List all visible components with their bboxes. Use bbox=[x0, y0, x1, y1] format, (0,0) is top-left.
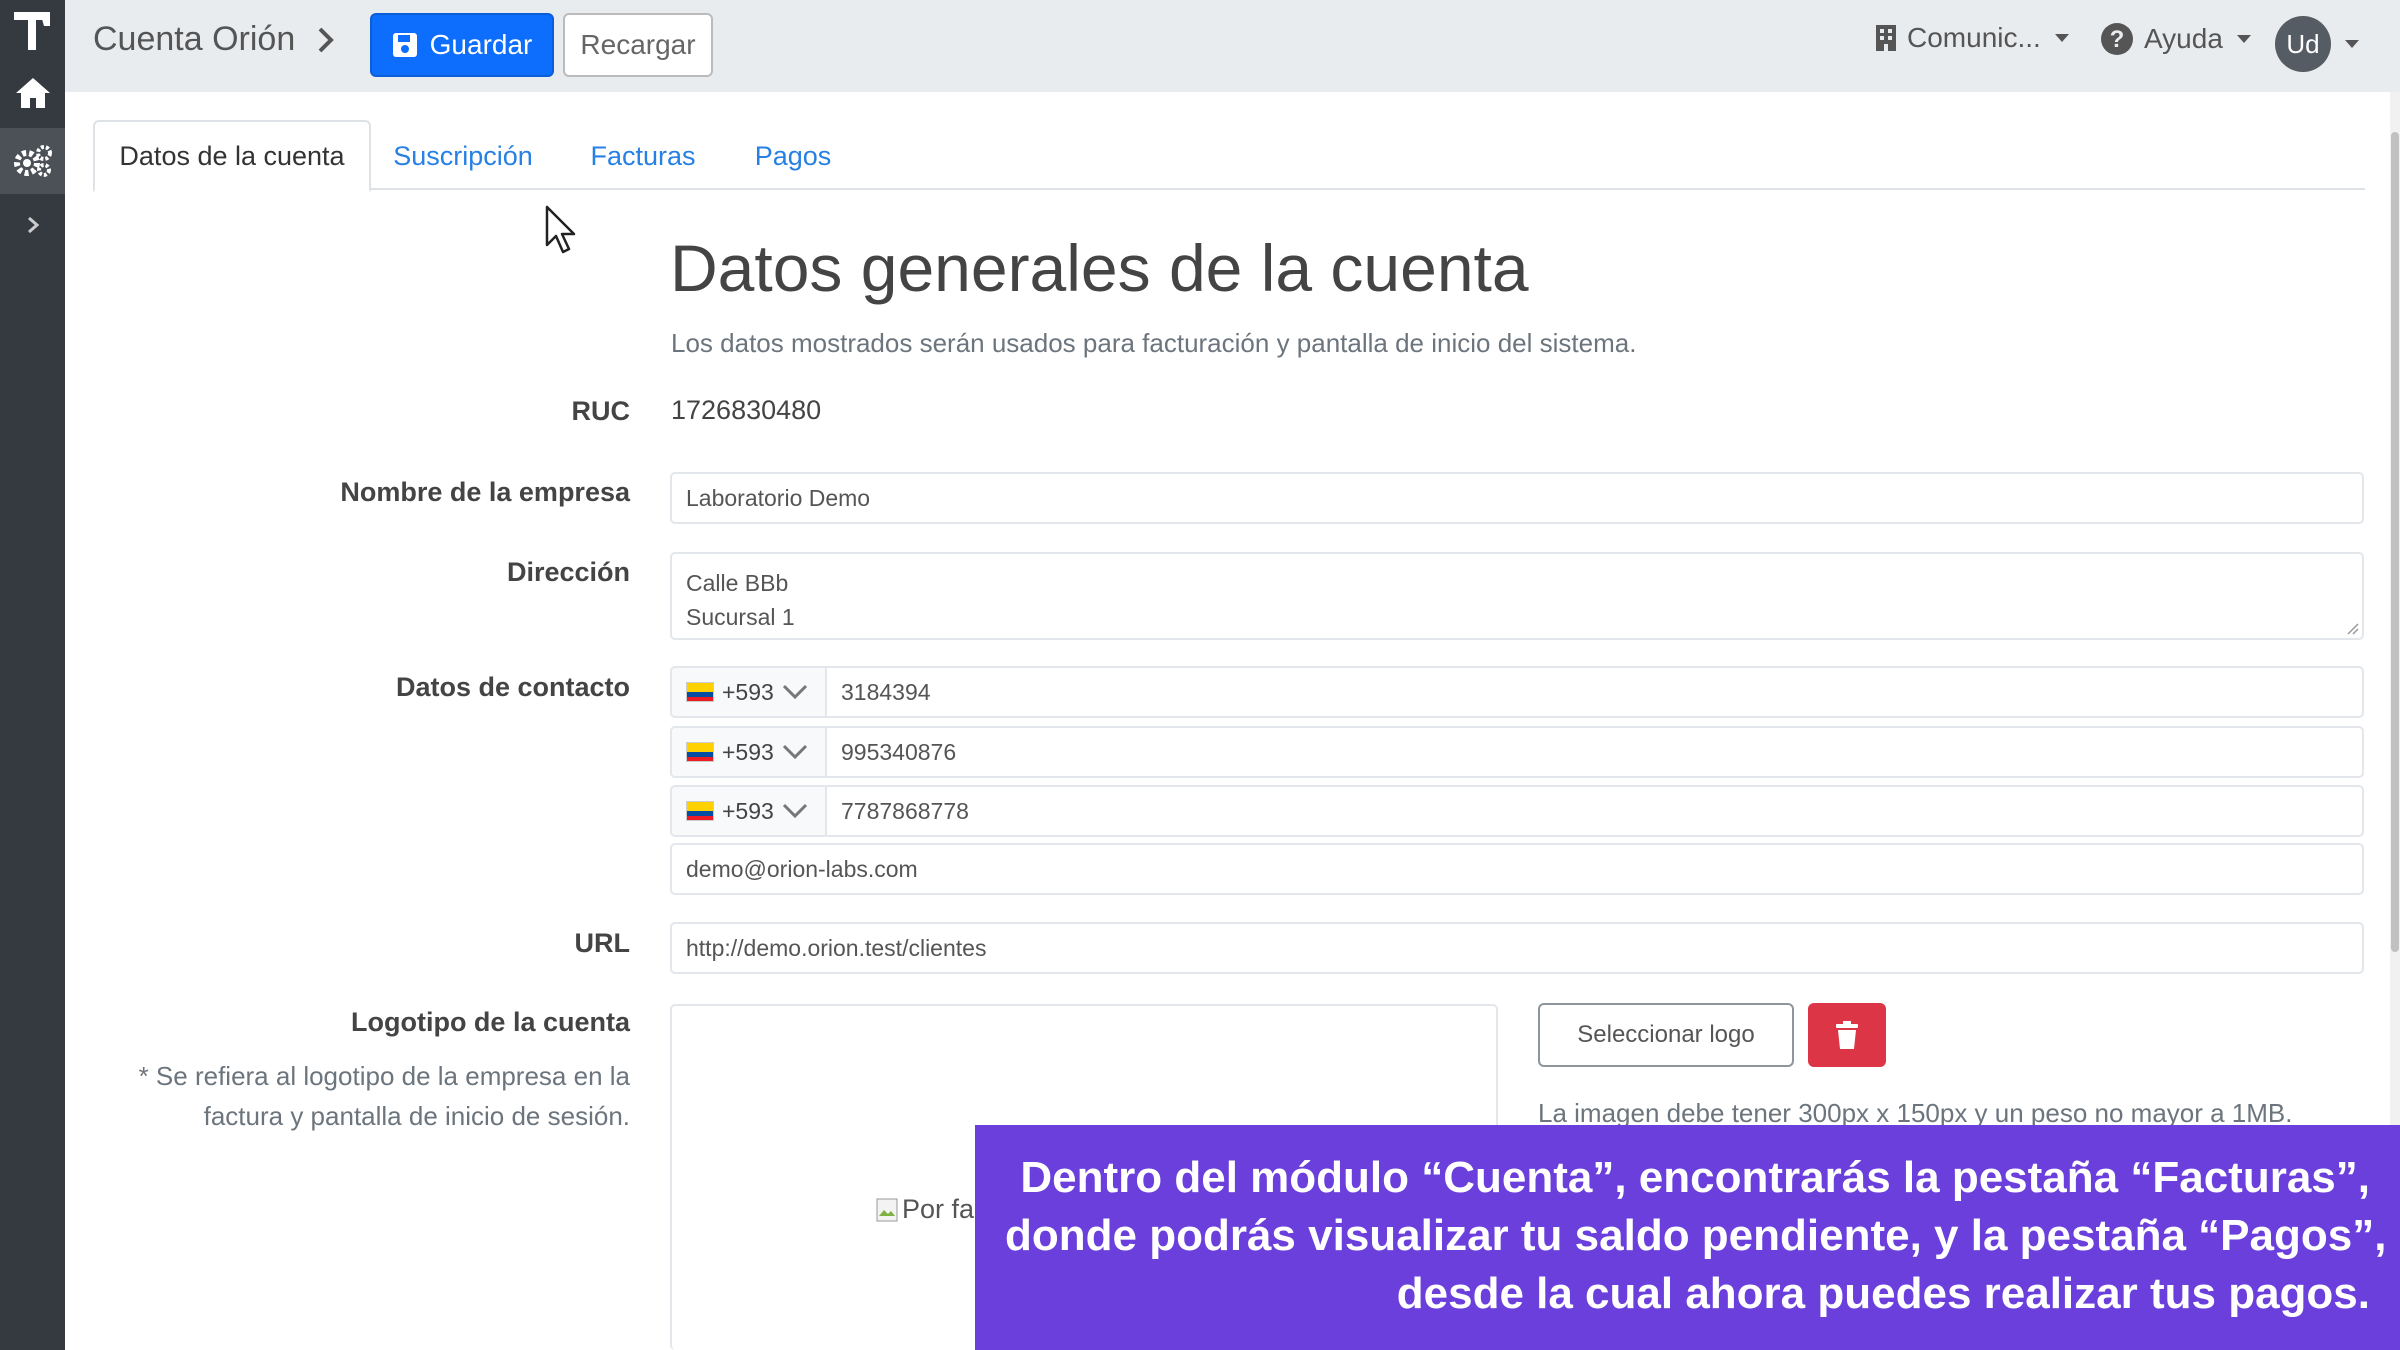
phone-row: +593 995340876 bbox=[670, 726, 2364, 778]
save-icon bbox=[392, 33, 417, 57]
company-name-input[interactable]: Laboratorio Demo bbox=[670, 472, 2364, 524]
save-button[interactable]: Guardar bbox=[370, 13, 554, 77]
home-icon[interactable] bbox=[0, 60, 65, 126]
address-line-1: Calle BBb bbox=[686, 570, 789, 596]
user-menu[interactable]: Ud bbox=[2275, 16, 2359, 72]
address-textarea[interactable]: Calle BBb Sucursal 1 bbox=[670, 552, 2364, 640]
page-subtitle: Los datos mostrados serán usados para fa… bbox=[671, 328, 1637, 358]
tab-account-data[interactable]: Datos de la cuenta bbox=[93, 120, 371, 192]
phone-number-input[interactable]: 3184394 bbox=[827, 666, 2364, 718]
chevron-right-icon[interactable] bbox=[0, 200, 65, 250]
caption-line-3: desde la cual ahora puedes realizar tus … bbox=[1396, 1269, 2370, 1318]
url-input[interactable]: http://demo.orion.test/clientes bbox=[670, 922, 2364, 974]
phone-number-input[interactable]: 995340876 bbox=[827, 726, 2364, 778]
avatar: Ud bbox=[2275, 16, 2331, 72]
settings-icon[interactable] bbox=[0, 128, 65, 194]
reload-button-label: Recargar bbox=[580, 29, 696, 60]
page-title: Datos generales de la cuenta bbox=[670, 231, 1529, 305]
tab-invoices[interactable]: Facturas bbox=[578, 120, 708, 192]
save-button-label: Guardar bbox=[429, 29, 533, 60]
address-label: Dirección bbox=[506, 557, 630, 587]
app-logo[interactable] bbox=[10, 6, 55, 56]
broken-image-icon bbox=[876, 1198, 898, 1221]
chevron-down-icon bbox=[782, 744, 807, 760]
company-menu-label: Comunic... bbox=[1907, 22, 2041, 53]
ecuador-flag-icon bbox=[686, 742, 714, 762]
caption-line-1: Dentro del módulo “Cuenta”, encontrarás … bbox=[1020, 1153, 2370, 1202]
country-code-select[interactable]: +593 bbox=[670, 785, 827, 837]
url-label: URL bbox=[574, 928, 631, 958]
ruc-value: 1726830480 bbox=[671, 395, 822, 425]
question-circle-icon: ? bbox=[2101, 23, 2133, 55]
resize-handle-icon[interactable] bbox=[2345, 621, 2359, 635]
scrollbar-thumb[interactable] bbox=[2391, 132, 2399, 952]
caret-down-icon bbox=[2236, 35, 2251, 43]
country-code-select[interactable]: +593 bbox=[670, 666, 827, 718]
reload-button[interactable]: Recargar bbox=[563, 13, 713, 77]
chevron-down-icon bbox=[782, 684, 807, 700]
email-input[interactable]: demo@orion-labs.com bbox=[670, 843, 2364, 895]
select-logo-button[interactable]: Seleccionar logo bbox=[1538, 1003, 1794, 1067]
delete-logo-button[interactable] bbox=[1808, 1003, 1886, 1067]
country-code-select[interactable]: +593 bbox=[670, 726, 827, 778]
contact-label: Datos de contacto bbox=[395, 672, 630, 702]
ruc-label: RUC bbox=[571, 396, 631, 426]
help-menu-label: Ayuda bbox=[2144, 23, 2223, 54]
mouse-cursor-icon bbox=[545, 205, 576, 254]
phone-row: +593 3184394 bbox=[670, 666, 2364, 718]
country-code-value: +593 bbox=[722, 678, 774, 705]
help-menu[interactable]: ? Ayuda bbox=[2100, 22, 2251, 56]
ecuador-flag-icon bbox=[686, 801, 714, 821]
company-name-label: Nombre de la empresa bbox=[340, 477, 630, 507]
top-navbar: Cuenta Orión Guardar Recargar Comunic...… bbox=[65, 0, 2400, 92]
chevron-down-icon bbox=[782, 803, 807, 819]
logo-label: Logotipo de la cuenta bbox=[350, 1007, 630, 1037]
breadcrumb[interactable]: Cuenta Orión bbox=[93, 20, 335, 59]
svg-text:?: ? bbox=[2110, 26, 2125, 53]
logo-image: Por fa bbox=[876, 1194, 974, 1225]
account-tabs: Datos de la cuenta Suscripción Facturas … bbox=[93, 120, 2365, 192]
video-caption: Dentro del módulo “Cuenta”, encontrarás … bbox=[975, 1125, 2400, 1350]
trash-icon bbox=[1836, 1021, 1858, 1049]
country-code-value: +593 bbox=[722, 738, 774, 765]
logo-note: * Se refiera al logotipo de la empresa e… bbox=[138, 1061, 630, 1131]
logo-alt-text: Por fa bbox=[902, 1194, 975, 1224]
tab-payments[interactable]: Pagos bbox=[743, 120, 843, 192]
building-icon bbox=[1876, 25, 1896, 51]
caption-line-2: donde podrás visualizar tu saldo pendien… bbox=[1005, 1211, 2387, 1260]
ecuador-flag-icon bbox=[686, 682, 714, 702]
phone-row: +593 7787868778 bbox=[670, 785, 2364, 837]
company-menu[interactable]: Comunic... bbox=[1875, 22, 2069, 54]
chevron-right-icon bbox=[318, 27, 335, 52]
sidebar bbox=[0, 0, 65, 1350]
breadcrumb-label: Cuenta Orión bbox=[93, 20, 296, 58]
phone-number-input[interactable]: 7787868778 bbox=[827, 785, 2364, 837]
country-code-value: +593 bbox=[722, 797, 774, 824]
caret-down-icon bbox=[2345, 40, 2359, 48]
caret-down-icon bbox=[2054, 34, 2069, 42]
address-line-2: Sucursal 1 bbox=[686, 604, 795, 630]
tab-subscription[interactable]: Suscripción bbox=[378, 120, 548, 192]
